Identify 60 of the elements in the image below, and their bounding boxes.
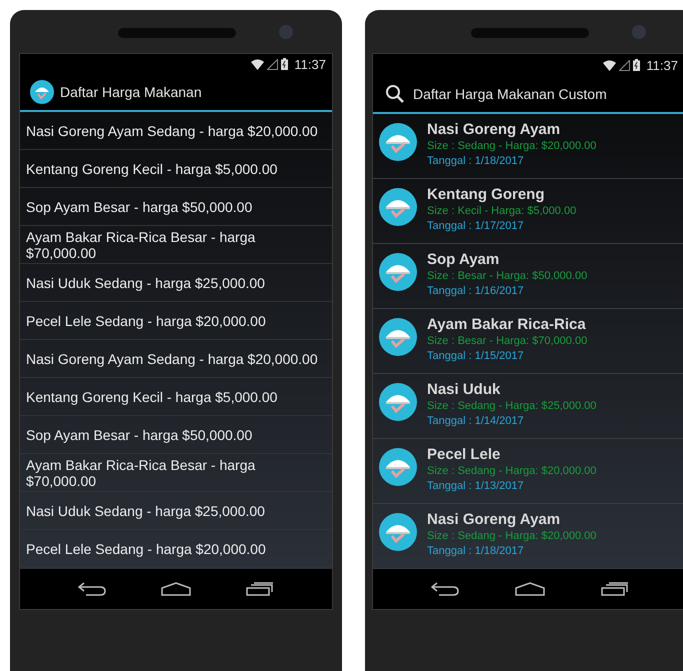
cloche-icon [379, 383, 417, 421]
cloche-icon [379, 448, 417, 486]
date-label: Tanggal : 1/18/2017 [427, 544, 525, 559]
app-title: Daftar Harga Makanan Custom [413, 86, 607, 102]
list-item[interactable]: Nasi Goreng Ayam Sedang - harga $20,000.00 [20, 340, 332, 378]
list-item[interactable]: Nasi Uduk Sedang - harga $25,000.00 [20, 492, 332, 530]
food-name: Kentang Goreng [427, 185, 546, 204]
list-item[interactable]: Kentang Goreng Kecil - harga $5,000.00 [20, 378, 332, 416]
home-icon[interactable] [160, 582, 191, 596]
list-item[interactable]: Nasi Goreng Ayam Sedang - harga $20,000.00 [20, 112, 332, 150]
size-price: Size : Kecil - Harga: $5,000.00 [427, 204, 576, 219]
camera-lens [279, 25, 293, 39]
signal-icon [619, 60, 630, 70]
battery-icon [633, 59, 640, 71]
size-price: Size : Besar - Harga: $50,000.00 [427, 269, 588, 284]
list-item[interactable]: Kentang Goreng Kecil - harga $5,000.00 [20, 150, 332, 188]
back-icon[interactable] [431, 582, 459, 596]
recent-apps-icon[interactable] [246, 582, 274, 596]
date-label: Tanggal : 1/18/2017 [427, 154, 525, 169]
cloche-icon [379, 253, 417, 291]
list-item[interactable]: Sop Ayam Besar - harga $50,000.00 [20, 416, 332, 454]
cloche-icon [379, 513, 417, 551]
food-name: Nasi Uduk [427, 380, 502, 399]
size-price: Size : Sedang - Harga: $20,000.00 [427, 139, 596, 154]
food-name: Pecel Lele [427, 445, 502, 464]
date-label: Tanggal : 1/13/2017 [427, 479, 525, 494]
food-name: Sop Ayam [427, 250, 500, 269]
cloche-icon [30, 80, 54, 104]
size-price: Size : Sedang - Harga: $20,000.00 [427, 529, 596, 544]
size-price: Size : Sedang - Harga: $25,000.00 [427, 399, 596, 414]
date-label: Tanggal : 1/17/2017 [427, 219, 525, 234]
food-name: Nasi Goreng Ayam [427, 510, 562, 529]
battery-icon [281, 58, 288, 70]
cloche-icon [379, 123, 417, 161]
wifi-icon [251, 58, 264, 70]
list-item[interactable]: Nasi Uduk Sedang - harga $25,000.00 [20, 264, 332, 302]
list-item[interactable]: Pecel Lele Sedang - harga $20,000.00 [20, 302, 332, 340]
wifi-icon [603, 60, 616, 70]
list-item[interactable]: Ayam Bakar Rica-Rica Besar - harga $70,000.00 [20, 454, 332, 492]
back-icon[interactable] [78, 582, 106, 596]
list-item[interactable]: Pecel Lele Sedang - harga $20,000.00 [20, 530, 332, 568]
cloche-icon [379, 318, 417, 356]
date-label: Tanggal : 1/16/2017 [427, 284, 525, 299]
food-name: Nasi Goreng Ayam [427, 120, 562, 139]
date-label: Tanggal : 1/14/2017 [427, 414, 525, 429]
home-icon[interactable] [515, 582, 545, 596]
list-item[interactable]: Sop Ayam Besar - harga $50,000.00 [20, 188, 332, 226]
list-item[interactable]: Ayam Bakar Rica-Rica Besar - harga $70,000.00 [20, 226, 332, 264]
app-title: Daftar Harga Makanan [60, 84, 202, 100]
status-time: 11:37 [294, 56, 326, 72]
camera-lens [632, 25, 646, 39]
status-time: 11:37 [646, 58, 678, 72]
cloche-icon [379, 188, 417, 226]
size-price: Size : Sedang - Harga: $20,000.00 [427, 464, 596, 479]
food-name: Ayam Bakar Rica-Rica [427, 315, 587, 334]
search-icon [385, 84, 405, 104]
signal-icon [267, 58, 278, 70]
recent-apps-icon[interactable] [601, 582, 629, 596]
date-label: Tanggal : 1/15/2017 [427, 349, 525, 364]
size-price: Size : Besar - Harga: $70,000.00 [427, 334, 588, 349]
